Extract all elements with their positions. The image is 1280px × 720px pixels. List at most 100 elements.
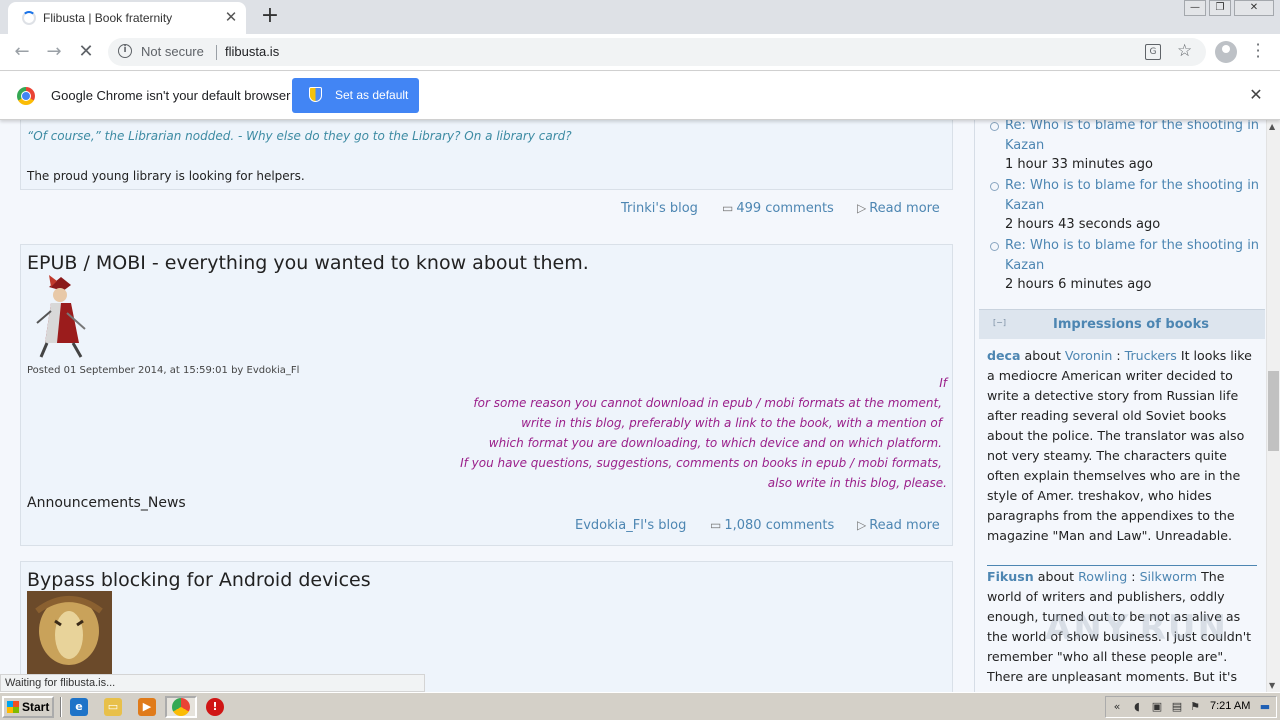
folder-icon[interactable]: ▭ (104, 698, 122, 716)
tab-flibusta[interactable]: Flibusta | Book fraternity ✕ (8, 2, 246, 34)
shield-icon (309, 87, 322, 102)
blog-link[interactable]: Trinki's blog (621, 201, 698, 216)
forward-icon[interactable]: → (42, 40, 66, 64)
back-icon[interactable]: ← (10, 40, 34, 64)
stop-sign-icon[interactable]: ! (206, 698, 224, 716)
post-quote-line: also write in this blog, please. (767, 476, 947, 490)
loading-spinner-icon (22, 11, 36, 25)
review-about: about (1037, 569, 1075, 584)
arrow-right-icon: ▷ (857, 201, 867, 215)
restore-button[interactable]: ❐ (1209, 0, 1231, 16)
start-label: Start (22, 700, 50, 714)
review-colon: : (1131, 569, 1136, 584)
infobar-close-icon[interactable]: ✕ (1247, 86, 1265, 104)
volume-icon[interactable]: ◖ (1130, 700, 1144, 714)
review-text: It looks like a mediocre American writer… (987, 348, 1252, 543)
chrome-logo-icon (17, 87, 35, 105)
comment-icon: ▭ (722, 201, 734, 215)
review-user-link[interactable]: deca (987, 348, 1021, 363)
review-divider (987, 565, 1257, 566)
start-button[interactable]: Start (2, 696, 54, 718)
network-icon[interactable]: ▣ (1150, 700, 1164, 714)
sidebar-comment-link[interactable]: Re: Who is to blame for the shooting in … (1005, 116, 1261, 156)
infobar-message: Google Chrome isn't your default browser (51, 88, 291, 103)
blog-post: Bypass blocking for Android devices (20, 561, 953, 692)
post-title[interactable]: Bypass blocking for Android devices (27, 569, 371, 591)
stop-loading-icon[interactable]: ✕ (74, 40, 98, 64)
windows-taskbar: Start e ▭ ▶ ! « ◖ ▣ ▤ ⚑ 7:21 AM ▬ (0, 692, 1280, 720)
impressions-title[interactable]: Impressions of books (1053, 317, 1209, 332)
review-author-link[interactable]: Rowling (1078, 569, 1127, 584)
post-quote-line: If you have questions, suggestions, comm… (460, 456, 942, 470)
comments-link[interactable]: ▭ 499 comments (722, 201, 834, 216)
post-meta: Posted 01 September 2014, at 15:59:01 by… (27, 365, 300, 376)
review-author-link[interactable]: Voronin (1065, 348, 1112, 363)
translate-icon[interactable]: G (1145, 44, 1161, 60)
sidebar-comment-link[interactable]: Re: Who is to blame for the shooting in … (1005, 176, 1261, 216)
jester-avatar (27, 273, 91, 359)
omnibox-divider (216, 45, 217, 60)
post-quote-line: write in this blog, preferably with a li… (521, 416, 942, 430)
internet-explorer-icon[interactable]: e (70, 698, 88, 716)
post-quote-line: If (939, 376, 947, 390)
taskbar-clock[interactable]: 7:21 AM (1210, 700, 1250, 712)
comments-count: 499 comments (736, 201, 834, 216)
bookmark-star-icon[interactable]: ☆ (1177, 41, 1192, 61)
read-more-label: Read more (869, 201, 940, 216)
post-quote-line: for some reason you cannot download in e… (473, 396, 942, 410)
post-title[interactable]: EPUB / MOBI - everything you wanted to k… (27, 252, 589, 274)
chrome-taskbar-icon (172, 698, 190, 716)
window-close-button[interactable]: ✕ (1234, 0, 1274, 16)
book-review: deca about Voronin : Truckers It looks l… (987, 346, 1261, 546)
url-text[interactable]: flibusta.is (225, 44, 279, 59)
taskbar-divider (60, 697, 62, 717)
cobra-image (27, 591, 112, 681)
scroll-down-icon[interactable]: ▼ (1269, 681, 1275, 690)
profile-avatar-icon[interactable] (1215, 41, 1237, 63)
review-book-link[interactable]: Truckers (1125, 348, 1177, 363)
page-scrollbar[interactable]: ▲ ▼ (1266, 120, 1280, 692)
info-icon[interactable]: i (118, 44, 132, 58)
address-bar[interactable]: i Not secure flibusta.is G ☆ (108, 38, 1206, 66)
new-tab-button[interactable]: + (258, 4, 282, 28)
scroll-thumb[interactable] (1268, 371, 1279, 451)
review-user-link[interactable]: Fikusn (987, 569, 1034, 584)
show-desktop-icon[interactable]: ▬ (1258, 700, 1272, 714)
comments-link[interactable]: ▭ 1,080 comments (710, 518, 834, 533)
blog-post: EPUB / MOBI - everything you wanted to k… (20, 244, 953, 546)
sidebar: Re: Who is to blame for the shooting in … (974, 72, 1265, 692)
display-icon[interactable]: ▤ (1170, 700, 1184, 714)
menu-kebab-icon[interactable]: · · · (1252, 37, 1264, 65)
media-player-icon[interactable]: ▶ (138, 698, 156, 716)
review-book-link[interactable]: Silkworm (1140, 569, 1198, 584)
read-more-label: Read more (869, 518, 940, 533)
scroll-up-icon[interactable]: ▲ (1269, 122, 1275, 131)
tray-expand-icon[interactable]: « (1110, 700, 1124, 714)
bullet-icon (990, 242, 999, 251)
review-colon: : (1116, 348, 1121, 363)
sidebar-comment-link[interactable]: Re: Who is to blame for the shooting in … (1005, 236, 1261, 276)
arrow-right-icon: ▷ (857, 518, 867, 532)
security-label[interactable]: Not secure (141, 44, 204, 59)
read-more-link[interactable]: ▷ Read more (857, 201, 940, 216)
set-as-default-button[interactable]: Set as default (292, 78, 419, 113)
read-more-link[interactable]: ▷ Read more (857, 518, 940, 533)
post-body: The proud young library is looking for h… (27, 169, 305, 183)
watermark-logo: ANY.RUN (1045, 608, 1228, 648)
bullet-icon (990, 182, 999, 191)
sidebar-comment-time: 2 hours 6 minutes ago (1005, 277, 1152, 292)
tab-close-icon[interactable]: ✕ (222, 8, 240, 26)
browser-toolbar: ← → ✕ i Not secure flibusta.is G ☆ · · · (0, 34, 1280, 71)
tab-title: Flibusta | Book fraternity (43, 11, 173, 25)
post-section: Announcements_News (27, 495, 186, 511)
review-about: about (1024, 348, 1061, 363)
minimize-button[interactable]: — (1184, 0, 1206, 16)
blog-link[interactable]: Evdokia_Fl's blog (575, 518, 686, 533)
tab-strip: Flibusta | Book fraternity ✕ + — ❐ ✕ (0, 0, 1280, 34)
set-as-default-label: Set as default (335, 88, 409, 102)
windows-flag-icon (7, 701, 19, 713)
collapse-toggle[interactable]: [−] (993, 318, 1006, 327)
loading-status: Waiting for flibusta.is... (0, 674, 425, 692)
post-quote-line: which format you are downloading, to whi… (488, 436, 942, 450)
flag-notification-icon[interactable]: ⚑ (1188, 700, 1202, 714)
